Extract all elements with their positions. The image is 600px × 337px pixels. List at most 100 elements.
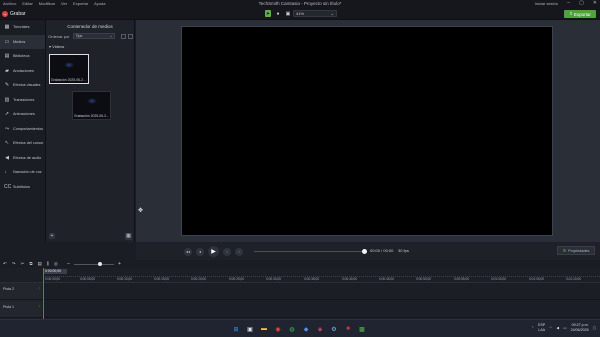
battery-icon[interactable]: ▭	[563, 326, 566, 330]
zoom-out-icon[interactable]: –	[67, 261, 70, 267]
maximize-icon[interactable]: ▢	[579, 0, 584, 6]
window-title: TechSmith Camtasia - Proyecto sin título…	[258, 1, 342, 6]
sidebar-item-efectos-audio[interactable]: ◀ Efectos de audio	[0, 151, 45, 166]
pan-tool-icon[interactable]: ●	[275, 10, 281, 17]
preview-canvas[interactable]	[181, 26, 553, 236]
settings-app-icon[interactable]: ⚙	[329, 324, 339, 334]
behavior-icon: ⤳	[4, 125, 9, 132]
sidebar-item-efectos-visuales[interactable]: ✎ Efectos visuales	[0, 78, 45, 93]
lock-icon[interactable]: ▫	[39, 286, 40, 290]
lock-icon[interactable]: ▫	[39, 304, 40, 308]
sidebar-item-anotaciones[interactable]: ▰ Anotaciones	[0, 64, 45, 79]
play-icon[interactable]: ▶	[208, 246, 219, 257]
track-lane[interactable]	[42, 301, 600, 318]
thumbnail-preview	[64, 61, 74, 68]
split-icon[interactable]: ⫼	[47, 261, 49, 267]
audio-effects-icon: ◀	[5, 154, 9, 161]
paste-icon[interactable]: ▤	[38, 261, 42, 267]
undo-icon[interactable]: ↶	[3, 261, 7, 267]
task-view-icon[interactable]: ▣	[245, 324, 255, 334]
crop-tool-icon[interactable]: ▣	[285, 10, 291, 17]
close-icon[interactable]: ✕	[593, 0, 597, 6]
sidebar-item-comportamientos[interactable]: ⤳ Comportamientos	[0, 122, 45, 137]
copy-icon[interactable]: ⧉	[29, 261, 32, 267]
file-explorer-icon[interactable]: ▬	[259, 324, 269, 334]
sidebar-item-transiciones[interactable]: ▥ Transiciones	[0, 93, 45, 108]
export-label: Exportar	[573, 11, 591, 17]
sidebar-item-animaciones[interactable]: ➚ Animaciones	[0, 107, 45, 122]
volume-icon[interactable]: ◀	[556, 326, 559, 330]
sidebar-item-label: Efectos de audio	[13, 155, 42, 160]
snapshot-icon[interactable]: ◎	[54, 261, 58, 267]
app-icon[interactable]: ■	[343, 324, 353, 334]
scrub-bar[interactable]	[254, 251, 364, 252]
view-options-icon[interactable]	[127, 33, 133, 39]
camtasia-icon[interactable]: ▩	[357, 324, 367, 334]
move-cursor-icon: ✥	[138, 208, 144, 214]
wifi-icon[interactable]: ◠	[549, 326, 552, 330]
region-code: LAA	[538, 327, 546, 332]
next-frame-icon[interactable]: ›	[235, 247, 243, 256]
login-link[interactable]: Iniciar sesión	[535, 1, 558, 6]
app-icon[interactable]: ◆	[301, 324, 311, 334]
grid-view-icon[interactable]: ▦	[125, 233, 132, 240]
ruler-tick-label: 0:01:10;00	[566, 277, 582, 281]
thumbnail-preview	[86, 98, 97, 105]
add-media-button[interactable]: +	[49, 233, 55, 239]
ruler-tick-label: 0:00:50;00	[416, 277, 432, 281]
chevron-down-icon: ⌄	[109, 34, 113, 38]
pointer-tool-icon[interactable]: ➤	[265, 10, 271, 17]
ruler-tick-label: 0:00:55;00	[454, 277, 470, 281]
sidebar-item-tutoriales[interactable]: ▦ Tutoriales	[0, 20, 45, 35]
media-app-icon[interactable]: ◈	[315, 324, 325, 334]
section-label: Videos	[52, 44, 65, 49]
playhead-line[interactable]	[43, 268, 44, 319]
timeline-zoom-slider[interactable]	[74, 264, 114, 265]
thumbnail-caption: Grabación 2025-06-2...	[74, 114, 109, 118]
minimize-icon[interactable]: –	[567, 0, 570, 6]
zoom-in-icon[interactable]: +	[118, 261, 121, 267]
sidebar-item-narracion[interactable]: ♩ Narración de voz	[0, 165, 45, 180]
sort-select[interactable]: Tipo ⌄	[72, 33, 115, 39]
videos-section-header[interactable]: ▾ Videos	[49, 44, 64, 49]
timeline-zoom-handle[interactable]	[98, 262, 102, 266]
export-icon: ⇪	[569, 11, 573, 16]
record-label: Grabar	[10, 11, 26, 17]
track-lane[interactable]	[42, 283, 600, 300]
scrub-handle[interactable]	[362, 249, 367, 254]
sidebar-item-medios[interactable]: ▭ Medios	[0, 34, 45, 49]
record-icon: +	[2, 11, 8, 17]
sidebar-item-label: Tutoriales	[13, 25, 30, 30]
properties-button[interactable]: ⚙ Propiedades	[557, 246, 595, 255]
tray-expand-icon[interactable]: ⌃	[531, 326, 534, 330]
track-header[interactable]: Pista 1 ▫	[0, 301, 42, 318]
notifications-icon[interactable]: ▢	[593, 326, 596, 330]
sidebar-item-subtitulos[interactable]: CC Subtítulos	[0, 180, 45, 195]
library-icon: ▤	[4, 53, 10, 60]
windows-start-icon[interactable]: ⊞	[231, 324, 241, 334]
chrome-icon[interactable]: ◉	[273, 324, 283, 334]
media-thumbnail[interactable]: Grabación 2025-06-2...	[72, 91, 111, 120]
record-button[interactable]: + Grabar	[2, 10, 26, 18]
sidebar-item-biblioteca[interactable]: ▤ Biblioteca	[0, 49, 45, 64]
track-header[interactable]: Pista 2 ▫	[0, 283, 42, 300]
canvas-area: ✥	[136, 20, 600, 242]
sort-row: Ordenar por Tipo ⌄	[48, 33, 133, 39]
ruler-tick-label: 0:00:00;00	[45, 277, 61, 281]
rewind-icon[interactable]: ◂	[196, 247, 204, 256]
media-thumbnail[interactable]: Grabación 2025-06-2...	[49, 54, 89, 84]
redo-icon[interactable]: ↷	[12, 261, 16, 267]
export-button[interactable]: ⇪ Exportar	[564, 10, 596, 18]
timecode: 00:00 / 00:00	[370, 248, 394, 253]
step-back-icon[interactable]: ◂◂	[184, 247, 192, 256]
sidebar-item-label: Transiciones	[13, 97, 35, 102]
clock[interactable]: 09:27 p.m. 24/06/2025	[571, 323, 589, 332]
zoom-select[interactable]: 41% ⌄	[293, 10, 337, 17]
sidebar-item-efectos-cursor[interactable]: ↖ Efectos del cursor	[0, 136, 45, 151]
cut-icon[interactable]: ✂	[21, 261, 25, 267]
sort-order-icon[interactable]	[120, 33, 126, 39]
language-indicator[interactable]: ESP LAA	[538, 323, 545, 332]
whatsapp-icon[interactable]: ◍	[287, 324, 297, 334]
prev-frame-icon[interactable]: ‹	[223, 247, 231, 256]
timeline-ruler[interactable]: 0:00:00;00 0:00:00;00 0:00:05;00 0:00:10…	[0, 268, 600, 283]
